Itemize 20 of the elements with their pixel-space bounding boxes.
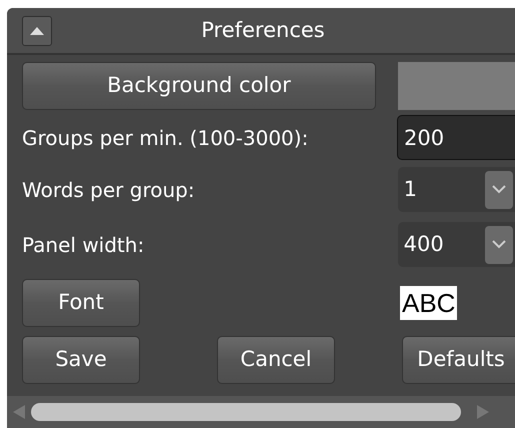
collapse-button[interactable] (22, 16, 52, 46)
dialog-button[interactable]: Defaults (402, 336, 515, 384)
dropdown-value: 400 (404, 230, 444, 258)
color-swatch[interactable] (398, 62, 515, 110)
background-color-button[interactable]: Background color (22, 62, 376, 110)
dialog-button[interactable]: Save (22, 336, 140, 384)
font-preview: ABC (400, 286, 458, 320)
field-label: Panel width: (22, 232, 146, 258)
dialog-button[interactable]: Cancel (217, 336, 335, 384)
window-title: Preferences (201, 18, 325, 42)
dropdown-value: 1 (404, 176, 418, 203)
horizontal-scrollbar[interactable] (7, 396, 515, 428)
up-arrow-icon (30, 26, 44, 34)
text-field[interactable]: 200 (397, 115, 515, 160)
scrollbar-thumb[interactable] (31, 403, 461, 421)
dropdown[interactable]: 1 (398, 167, 515, 212)
font-button[interactable]: Font (22, 279, 140, 327)
field-label: Groups per min. (100-3000): (22, 124, 310, 152)
dropdown[interactable]: 400 (398, 222, 515, 267)
field-label: Words per group: (22, 176, 196, 204)
